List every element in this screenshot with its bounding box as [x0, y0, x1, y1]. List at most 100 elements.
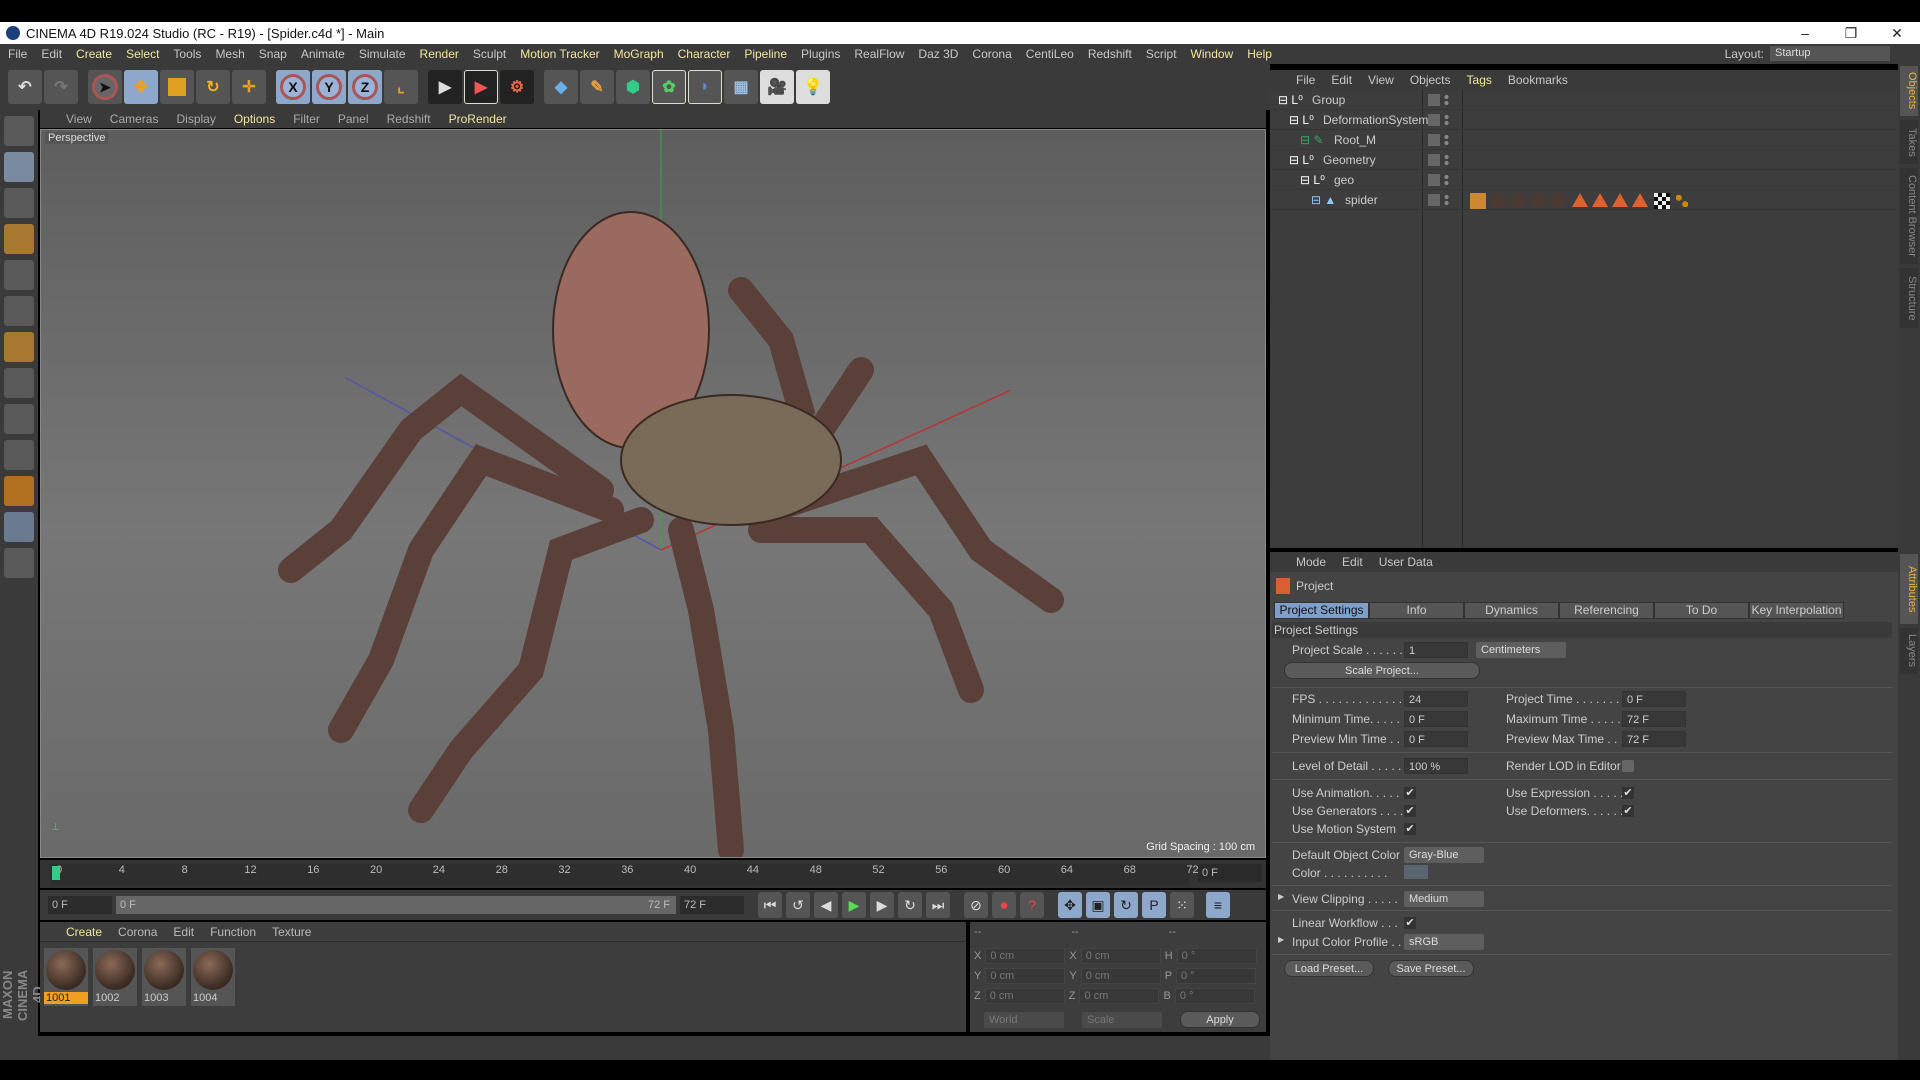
menu-file[interactable]: File — [8, 47, 27, 61]
keyframe-selection-button[interactable]: ? — [1020, 892, 1044, 918]
material-tag-icon[interactable] — [1530, 193, 1546, 209]
axis-mode-button[interactable] — [4, 368, 34, 398]
selection-tag-icon[interactable] — [1572, 193, 1588, 207]
object-menu-tags[interactable]: Tags — [1467, 73, 1492, 87]
size-mode-dropdown[interactable]: Scale — [1082, 1012, 1162, 1028]
viewport-menu-display[interactable]: Display — [176, 112, 215, 126]
default-object-color-dropdown[interactable]: Gray-Blue — [1404, 847, 1484, 863]
menu-mesh[interactable]: Mesh — [215, 47, 244, 61]
playhead[interactable] — [52, 866, 60, 880]
menu-motion-tracker[interactable]: Motion Tracker — [520, 47, 599, 61]
object-row[interactable]: ⊟ L⁰ Group — [1270, 90, 1898, 110]
3d-viewport[interactable]: Perspective ⊥ Grid Spacing : 100 cm — [40, 129, 1266, 858]
texture-mode-button[interactable] — [4, 188, 34, 218]
tab-structure[interactable]: Structure — [1900, 268, 1918, 328]
weight-tag-icon[interactable] — [1470, 193, 1486, 209]
points-mode-button[interactable] — [4, 260, 34, 290]
menu-redshift[interactable]: Redshift — [1088, 47, 1132, 61]
magnet-button[interactable] — [4, 476, 34, 506]
color-swatch[interactable] — [1404, 865, 1428, 879]
editor-render-dots[interactable] — [1444, 154, 1449, 166]
auto-keying-button[interactable]: ⏺ — [992, 892, 1016, 918]
project-scale-unit-dropdown[interactable]: Centimeters — [1476, 642, 1566, 658]
object-row[interactable]: ⊟ L⁰ geo — [1270, 170, 1898, 190]
visibility-toggle[interactable] — [1428, 114, 1440, 126]
fps-field[interactable]: 24 — [1404, 691, 1468, 707]
make-editable-button[interactable] — [4, 116, 34, 146]
object-row[interactable]: ⊟ L⁰ Geometry — [1270, 150, 1898, 170]
tab-layers[interactable]: Layers — [1900, 628, 1918, 674]
editor-render-dots[interactable] — [1444, 94, 1449, 106]
coordinate-field[interactable]: 0 ° — [1176, 968, 1257, 984]
object-row[interactable]: ⊟ ✎ Root_M — [1270, 130, 1898, 150]
visibility-toggle[interactable] — [1428, 154, 1440, 166]
viewport-menu-filter[interactable]: Filter — [293, 112, 320, 126]
coordinate-mode-dropdown[interactable]: World — [984, 1012, 1064, 1028]
menu-script[interactable]: Script — [1146, 47, 1177, 61]
menu-sculpt[interactable]: Sculpt — [473, 47, 506, 61]
material-menu-corona[interactable]: Corona — [118, 925, 157, 939]
menu-corona[interactable]: Corona — [972, 47, 1011, 61]
skin-tag-icon[interactable] — [1674, 193, 1690, 209]
menu-edit[interactable]: Edit — [41, 47, 62, 61]
tab-content-browser[interactable]: Content Browser — [1900, 168, 1918, 264]
edges-mode-button[interactable] — [4, 296, 34, 326]
tab-to-do[interactable]: To Do — [1654, 602, 1749, 619]
viewport-menu-panel[interactable]: Panel — [338, 112, 369, 126]
menu-simulate[interactable]: Simulate — [359, 47, 406, 61]
timeline-layout-button[interactable]: ≡ — [1206, 892, 1230, 918]
tweak-mode-button[interactable] — [4, 404, 34, 434]
record-keys-button[interactable]: ⊘ — [964, 892, 988, 918]
rotate-tool-button[interactable]: ↻ — [196, 70, 230, 104]
menu-realflow[interactable]: RealFlow — [854, 47, 904, 61]
render-view-button[interactable]: ▶ — [428, 70, 462, 104]
render-settings-button[interactable]: ⚙ — [500, 70, 534, 104]
linear-workflow-checkbox[interactable]: ✔ — [1404, 917, 1416, 929]
coordinate-field[interactable]: 0 cm — [985, 968, 1066, 984]
attr-menu-edit[interactable]: Edit — [1342, 555, 1363, 569]
y-axis-button[interactable]: Y — [312, 70, 346, 104]
object-menu-file[interactable]: File — [1296, 73, 1315, 87]
level-of-detail-field[interactable]: 100 % — [1404, 758, 1468, 774]
menu-tools[interactable]: Tools — [173, 47, 201, 61]
selection-tag-icon[interactable] — [1632, 193, 1648, 207]
menu-create[interactable]: Create — [76, 47, 112, 61]
viewport-menu-cameras[interactable]: Cameras — [110, 112, 159, 126]
start-frame-field[interactable]: 0 F — [48, 896, 112, 914]
close-button[interactable]: ✕ — [1874, 22, 1920, 44]
project-scale-field[interactable]: 1 — [1404, 642, 1468, 658]
light-button[interactable]: 💡 — [796, 70, 830, 104]
material-tag-icon[interactable] — [1510, 193, 1526, 209]
coordinate-field[interactable]: 0 cm — [984, 988, 1065, 1004]
object-menu-view[interactable]: View — [1368, 73, 1394, 87]
render-lod-checkbox[interactable] — [1622, 760, 1634, 772]
material-swatch[interactable]: 1004 — [191, 948, 235, 1006]
menu-animate[interactable]: Animate — [301, 47, 345, 61]
viewport-menu-prorender[interactable]: ProRender — [449, 112, 507, 126]
camera-button[interactable]: 🎥 — [760, 70, 794, 104]
editor-render-dots[interactable] — [1444, 174, 1449, 186]
scale-tool-button[interactable] — [160, 70, 194, 104]
editor-render-dots[interactable] — [1444, 114, 1449, 126]
selection-tag-icon[interactable] — [1592, 193, 1608, 207]
use-generators-checkbox[interactable]: ✔ — [1404, 805, 1416, 817]
snap-button[interactable] — [4, 440, 34, 470]
maximize-button[interactable]: ❐ — [1828, 22, 1874, 44]
use-expression-checkbox[interactable]: ✔ — [1622, 787, 1634, 799]
viewport-menu-options[interactable]: Options — [234, 112, 275, 126]
select-tool-button[interactable]: ➤ — [88, 70, 122, 104]
material-menu-texture[interactable]: Texture — [272, 925, 311, 939]
menu-help[interactable]: Help — [1247, 47, 1272, 61]
menu-window[interactable]: Window — [1191, 47, 1234, 61]
coordinate-field[interactable]: 0 ° — [1174, 988, 1255, 1004]
menu-select[interactable]: Select — [126, 47, 159, 61]
tab-attributes[interactable]: Attributes — [1900, 554, 1918, 624]
z-axis-button[interactable]: Z — [348, 70, 382, 104]
material-menu-edit[interactable]: Edit — [173, 925, 194, 939]
coordinate-field[interactable]: 0 cm — [1080, 968, 1161, 984]
coordinate-field[interactable]: 0 ° — [1176, 948, 1257, 964]
cloner-button[interactable]: ✿ — [652, 70, 686, 104]
key-point-level-button[interactable]: ⁙ — [1170, 892, 1194, 918]
object-row[interactable]: ⊟ L⁰ DeformationSystem — [1270, 110, 1898, 130]
key-rotation-button[interactable]: ↻ — [1114, 892, 1138, 918]
